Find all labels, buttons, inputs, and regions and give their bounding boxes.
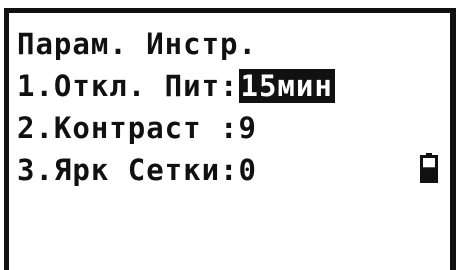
menu-item-label: 1.Откл. Пит: bbox=[17, 69, 239, 103]
menu-item-reticle-brightness[interactable]: 3.Ярк Сетки:0 bbox=[17, 151, 257, 189]
menu-item-contrast[interactable]: 2.Контраст :9 bbox=[17, 109, 257, 147]
menu-item-value-selected[interactable]: 15мин bbox=[238, 69, 335, 103]
battery-icon bbox=[420, 153, 438, 183]
lcd-screen: Парам. Инстр. 1.Откл. Пит:15мин 2.Контра… bbox=[4, 8, 456, 270]
menu-item-label: 2.Контраст : bbox=[17, 111, 239, 145]
menu-item-value: 0 bbox=[238, 153, 257, 187]
menu-title: Парам. Инстр. bbox=[17, 27, 257, 61]
menu-item-power-off[interactable]: 1.Откл. Пит:15мин bbox=[17, 67, 335, 105]
menu-item-label: 3.Ярк Сетки: bbox=[17, 153, 239, 187]
menu-item-value: 9 bbox=[238, 111, 257, 145]
